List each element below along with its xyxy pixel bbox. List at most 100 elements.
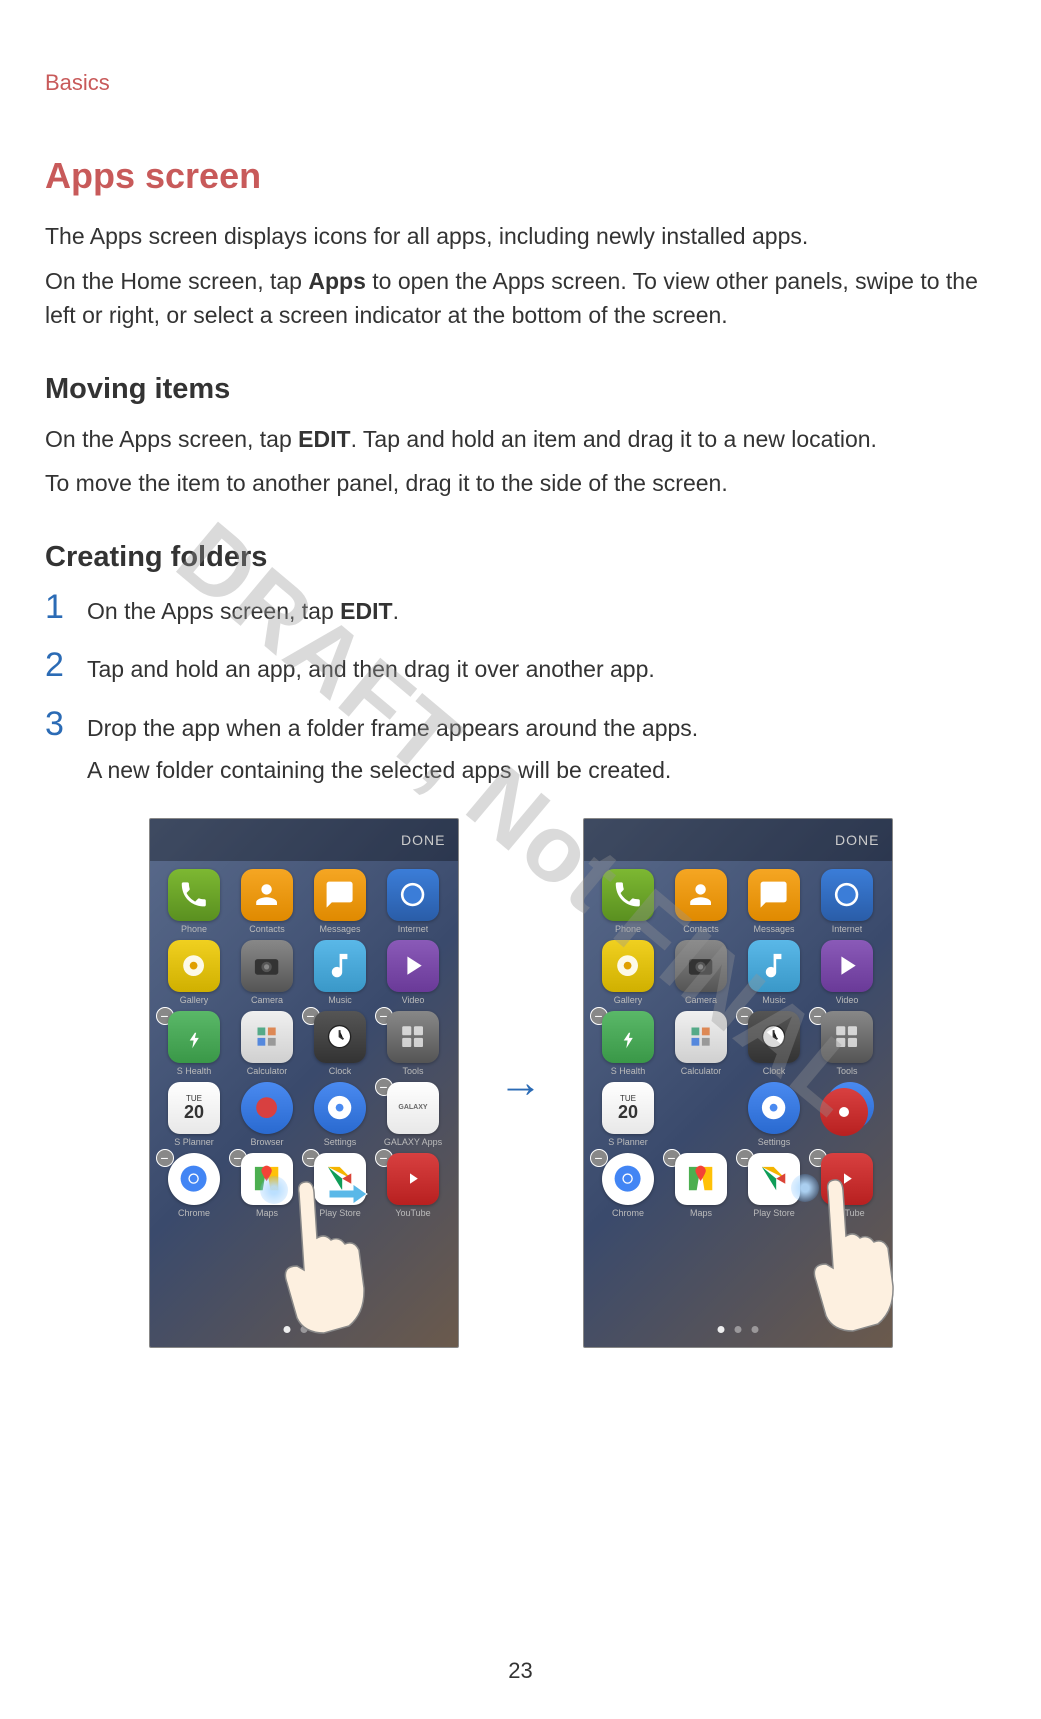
step-2: 2 Tap and hold an app, and then drag it … — [45, 652, 996, 687]
app-label: Chrome — [612, 1208, 644, 1218]
app-video: Video — [813, 940, 882, 1005]
app-camera: Camera — [667, 940, 736, 1005]
app-planner: TUE20S Planner — [160, 1082, 229, 1147]
app-folder — [813, 1082, 882, 1147]
remove-badge-icon: − — [590, 1149, 608, 1167]
phone-before: DONE Phone Contacts Messages Internet Ga… — [149, 818, 459, 1348]
app-label: S Planner — [608, 1137, 648, 1147]
text: On the Apps screen, tap — [45, 426, 298, 452]
touch-glow-icon — [260, 1176, 288, 1204]
app-galaxy: −GALAXYGALAXY Apps — [379, 1082, 448, 1147]
app-planner: TUE20S Planner — [594, 1082, 663, 1147]
app-label: Tools — [836, 1066, 857, 1076]
text: On the Home screen, tap — [45, 268, 308, 294]
app-clock: −Clock — [306, 1011, 375, 1076]
app-grid: Phone Contacts Messages Internet Gallery… — [584, 861, 892, 1226]
app-label: Internet — [398, 924, 429, 934]
step-number-1: 1 — [45, 590, 87, 624]
app-internet: Internet — [813, 869, 882, 934]
app-gallery: Gallery — [594, 940, 663, 1005]
steps-list: 1 On the Apps screen, tap EDIT. 2 Tap an… — [45, 594, 996, 788]
app-label: Maps — [690, 1208, 712, 1218]
app-label: Calculator — [247, 1066, 288, 1076]
app-label: GALAXY Apps — [384, 1137, 442, 1147]
app-label: S Planner — [174, 1137, 214, 1147]
section-title: Apps screen — [45, 155, 996, 197]
app-phone: Phone — [594, 869, 663, 934]
page-dot — [734, 1326, 741, 1333]
phone-after: DONE Phone Contacts Messages Internet Ga… — [583, 818, 893, 1348]
page-indicators — [717, 1326, 758, 1333]
page-number: 23 — [508, 1658, 532, 1684]
touch-glow-icon — [791, 1174, 819, 1202]
app-empty — [667, 1082, 736, 1147]
app-label: Internet — [832, 924, 863, 934]
app-health: −S Health — [594, 1011, 663, 1076]
cal-date: 20 — [184, 1103, 204, 1121]
app-label: Tools — [402, 1066, 423, 1076]
app-label: Camera — [685, 995, 717, 1005]
app-label: YouTube — [395, 1208, 430, 1218]
app-label: Video — [836, 995, 859, 1005]
app-label: Gallery — [180, 995, 209, 1005]
remove-badge-icon: − — [156, 1149, 174, 1167]
page-dot — [717, 1326, 724, 1333]
step-3-text: Drop the app when a folder frame appears… — [87, 711, 996, 746]
app-label: Chrome — [178, 1208, 210, 1218]
app-tools: −Tools — [379, 1011, 448, 1076]
step-3: 3 Drop the app when a folder frame appea… — [45, 711, 996, 788]
app-messages: Messages — [740, 869, 809, 934]
app-music: Music — [740, 940, 809, 1005]
app-label: Messages — [753, 924, 794, 934]
app-calc: Calculator — [667, 1011, 736, 1076]
app-label: Phone — [181, 924, 207, 934]
app-label: Camera — [251, 995, 283, 1005]
app-label: YouTube — [829, 1208, 864, 1218]
app-label: Contacts — [249, 924, 285, 934]
intro-paragraph-1: The Apps screen displays icons for all a… — [45, 219, 996, 254]
app-messages: Messages — [306, 869, 375, 934]
step-1-text: On the Apps screen, tap EDIT. — [87, 594, 996, 629]
app-settings: Settings — [306, 1082, 375, 1147]
moving-p2: To move the item to another panel, drag … — [45, 466, 996, 501]
app-label: S Health — [611, 1066, 646, 1076]
app-browser: Browser — [233, 1082, 302, 1147]
app-label: Music — [762, 995, 786, 1005]
screenshots-row: DONE Phone Contacts Messages Internet Ga… — [45, 818, 996, 1348]
app-label: Contacts — [683, 924, 719, 934]
cal-date: 20 — [618, 1103, 638, 1121]
text: On the Apps screen, tap — [87, 598, 340, 624]
page-dot — [317, 1326, 324, 1333]
app-youtube: −YouTube — [813, 1153, 882, 1218]
app-label: Clock — [763, 1066, 786, 1076]
app-youtube: −YouTube — [379, 1153, 448, 1218]
step-3-note: A new folder containing the selected app… — [87, 753, 996, 788]
app-label: Gallery — [614, 995, 643, 1005]
bold-text-edit: EDIT — [298, 426, 350, 452]
app-camera: Camera — [233, 940, 302, 1005]
app-video: Video — [379, 940, 448, 1005]
page-dot — [283, 1326, 290, 1333]
chapter-header: Basics — [45, 70, 110, 96]
done-button: DONE — [150, 819, 458, 861]
app-gallery: Gallery — [160, 940, 229, 1005]
page-indicators — [283, 1326, 324, 1333]
app-chrome: −Chrome — [160, 1153, 229, 1218]
bold-text-apps: Apps — [308, 268, 366, 294]
app-label: Music — [328, 995, 352, 1005]
app-calc: Calculator — [233, 1011, 302, 1076]
app-tools: −Tools — [813, 1011, 882, 1076]
drag-arrow-icon — [327, 1180, 371, 1208]
text: . — [393, 598, 399, 624]
app-label: Video — [402, 995, 425, 1005]
app-label: Clock — [329, 1066, 352, 1076]
moving-items-heading: Moving items — [45, 373, 996, 406]
app-health: −S Health — [160, 1011, 229, 1076]
step-number-2: 2 — [45, 648, 87, 682]
page-dot — [300, 1326, 307, 1333]
app-label: Phone — [615, 924, 641, 934]
app-contacts: Contacts — [667, 869, 736, 934]
text: . Tap and hold an item and drag it to a … — [351, 426, 877, 452]
app-label: Browser — [250, 1137, 283, 1147]
app-internet: Internet — [379, 869, 448, 934]
